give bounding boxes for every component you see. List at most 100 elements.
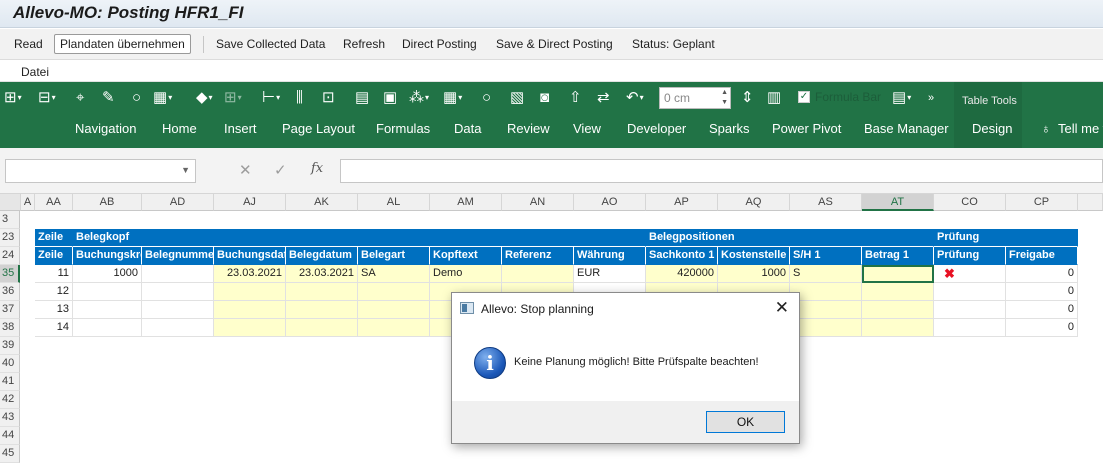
row-header[interactable]: 39 bbox=[0, 337, 20, 355]
cell-empty[interactable] bbox=[790, 319, 862, 337]
sheet-icon[interactable]: ▦▾ bbox=[443, 88, 462, 108]
grid-settings-icon[interactable]: ▧ bbox=[510, 88, 524, 108]
cell-empty[interactable] bbox=[73, 301, 142, 319]
crosshair-icon[interactable]: ⌖ bbox=[76, 88, 84, 108]
row-header[interactable]: 36 bbox=[0, 283, 20, 301]
edit-check-icon[interactable]: ✎ bbox=[102, 88, 115, 108]
header-sh[interactable]: S/H 1 bbox=[790, 247, 862, 265]
cell-belegart[interactable]: SA bbox=[358, 265, 430, 283]
cell-empty[interactable] bbox=[286, 301, 358, 319]
cancel-icon[interactable]: ✕ bbox=[239, 161, 252, 179]
header-betrag[interactable]: Betrag 1 bbox=[862, 247, 934, 265]
cell-freigabe[interactable]: 0 bbox=[1006, 301, 1078, 319]
row-header[interactable]: 38 bbox=[0, 319, 20, 337]
table-format-icon[interactable]: ⊞▾ bbox=[4, 88, 22, 108]
save-collected-data-button[interactable]: Save Collected Data bbox=[216, 37, 325, 51]
cell-zeile[interactable]: 12 bbox=[35, 283, 73, 301]
column-header[interactable]: AP bbox=[646, 194, 718, 211]
cell-kostenstelle[interactable]: 1000 bbox=[718, 265, 790, 283]
tab-power-pivot[interactable]: Power Pivot bbox=[772, 121, 841, 136]
column-header[interactable]: A bbox=[21, 194, 35, 211]
column-header[interactable]: AL bbox=[358, 194, 430, 211]
height-input[interactable]: 0 cm ▲ ▼ bbox=[659, 87, 731, 109]
circle-icon-2[interactable]: ○ bbox=[482, 88, 491, 108]
row-height-icon[interactable]: ⇕ bbox=[741, 88, 754, 108]
cell-empty[interactable] bbox=[790, 283, 862, 301]
tab-navigation[interactable]: Navigation bbox=[75, 121, 136, 136]
cell-empty[interactable] bbox=[934, 319, 1006, 337]
header-sachkonto[interactable]: Sachkonto 1 bbox=[646, 247, 718, 265]
tab-design[interactable]: Design bbox=[972, 121, 1012, 136]
cell-freigabe[interactable]: 0 bbox=[1006, 265, 1078, 283]
cell-empty[interactable] bbox=[73, 283, 142, 301]
cell-zeile[interactable]: 14 bbox=[35, 319, 73, 337]
cell-empty[interactable] bbox=[790, 301, 862, 319]
column-header[interactable]: AM bbox=[430, 194, 502, 211]
row-header[interactable]: 45 bbox=[0, 445, 20, 463]
select-all-corner[interactable] bbox=[0, 194, 21, 211]
cell-freigabe[interactable]: 0 bbox=[1006, 283, 1078, 301]
header-belegdatum[interactable]: Belegdatum bbox=[286, 247, 358, 265]
row-header[interactable]: 42 bbox=[0, 391, 20, 409]
cell-empty[interactable] bbox=[286, 283, 358, 301]
header-belegart[interactable]: Belegart bbox=[358, 247, 430, 265]
grid-icon[interactable]: ▦▾ bbox=[153, 88, 172, 108]
close-icon[interactable]: ✕ bbox=[775, 298, 789, 318]
group-pruefung[interactable]: Prüfung bbox=[934, 229, 1078, 247]
column-header[interactable]: CO bbox=[934, 194, 1006, 211]
header-buchungskreis[interactable]: Buchungskreis bbox=[73, 247, 142, 265]
row-header[interactable]: 37 bbox=[0, 301, 20, 319]
name-box[interactable]: ▼ bbox=[5, 159, 196, 183]
cell-empty[interactable] bbox=[934, 301, 1006, 319]
cell-sh[interactable]: S bbox=[790, 265, 862, 283]
column-header[interactable]: AD bbox=[142, 194, 214, 211]
merge-icon[interactable]: ▥ bbox=[767, 88, 781, 108]
camera-icon[interactable]: ◙ bbox=[540, 88, 549, 108]
cell-kopftext[interactable]: Demo bbox=[430, 265, 502, 283]
menu-datei[interactable]: Datei bbox=[21, 65, 49, 79]
cell-empty[interactable] bbox=[286, 319, 358, 337]
calculator-icon[interactable]: ▣ bbox=[383, 88, 397, 108]
chart-icon[interactable]: ⊡ bbox=[322, 88, 335, 108]
cell-empty[interactable] bbox=[862, 283, 934, 301]
cell-waehrung[interactable]: EUR bbox=[574, 265, 646, 283]
row-header[interactable]: 41 bbox=[0, 373, 20, 391]
cell-zeile[interactable]: 13 bbox=[35, 301, 73, 319]
cell-belegnummer[interactable] bbox=[142, 265, 214, 283]
row-header[interactable]: 40 bbox=[0, 355, 20, 373]
row-header[interactable]: 23 bbox=[0, 229, 20, 247]
tab-data[interactable]: Data bbox=[454, 121, 481, 136]
column-icon[interactable]: ⫼ bbox=[296, 88, 303, 108]
cell-empty[interactable] bbox=[862, 301, 934, 319]
more-icon[interactable]: » bbox=[928, 88, 934, 108]
group-belegpositionen[interactable]: Belegpositionen bbox=[646, 229, 934, 247]
header-buchungsdatum[interactable]: Buchungsdatum bbox=[214, 247, 286, 265]
table-icon[interactable]: ▤ bbox=[355, 88, 369, 108]
align-icon[interactable]: ⊢▾ bbox=[262, 88, 280, 108]
group-belegkopf[interactable]: Belegkopf bbox=[73, 229, 646, 247]
cell-empty[interactable] bbox=[358, 319, 430, 337]
tab-view[interactable]: View bbox=[573, 121, 601, 136]
cell-betrag-active[interactable] bbox=[862, 265, 934, 283]
group-zeile[interactable]: Zeile bbox=[35, 229, 73, 247]
undo-icon[interactable]: ↶▾ bbox=[626, 88, 644, 108]
column-header[interactable]: AJ bbox=[214, 194, 286, 211]
tab-developer[interactable]: Developer bbox=[627, 121, 686, 136]
header-freigabe[interactable]: Freigabe bbox=[1006, 247, 1078, 265]
cell-empty[interactable] bbox=[358, 283, 430, 301]
cell-empty[interactable] bbox=[934, 283, 1006, 301]
cell-empty[interactable] bbox=[862, 319, 934, 337]
chevron-down-icon[interactable]: ▼ bbox=[181, 165, 190, 175]
enter-icon[interactable]: ✓ bbox=[274, 161, 287, 179]
options-icon[interactable]: ▤▾ bbox=[892, 88, 911, 108]
column-header[interactable]: CP bbox=[1006, 194, 1078, 211]
header-referenz[interactable]: Referenz bbox=[502, 247, 574, 265]
header-waehrung[interactable]: Währung bbox=[574, 247, 646, 265]
header-pruefung[interactable]: Prüfung bbox=[934, 247, 1006, 265]
read-button[interactable]: Read bbox=[14, 37, 43, 51]
cell-empty[interactable] bbox=[73, 319, 142, 337]
ok-button[interactable]: OK bbox=[706, 411, 785, 433]
tab-formulas[interactable]: Formulas bbox=[376, 121, 430, 136]
grid-dots-icon[interactable]: ⁂▾ bbox=[409, 88, 429, 108]
column-header[interactable]: AN bbox=[502, 194, 574, 211]
